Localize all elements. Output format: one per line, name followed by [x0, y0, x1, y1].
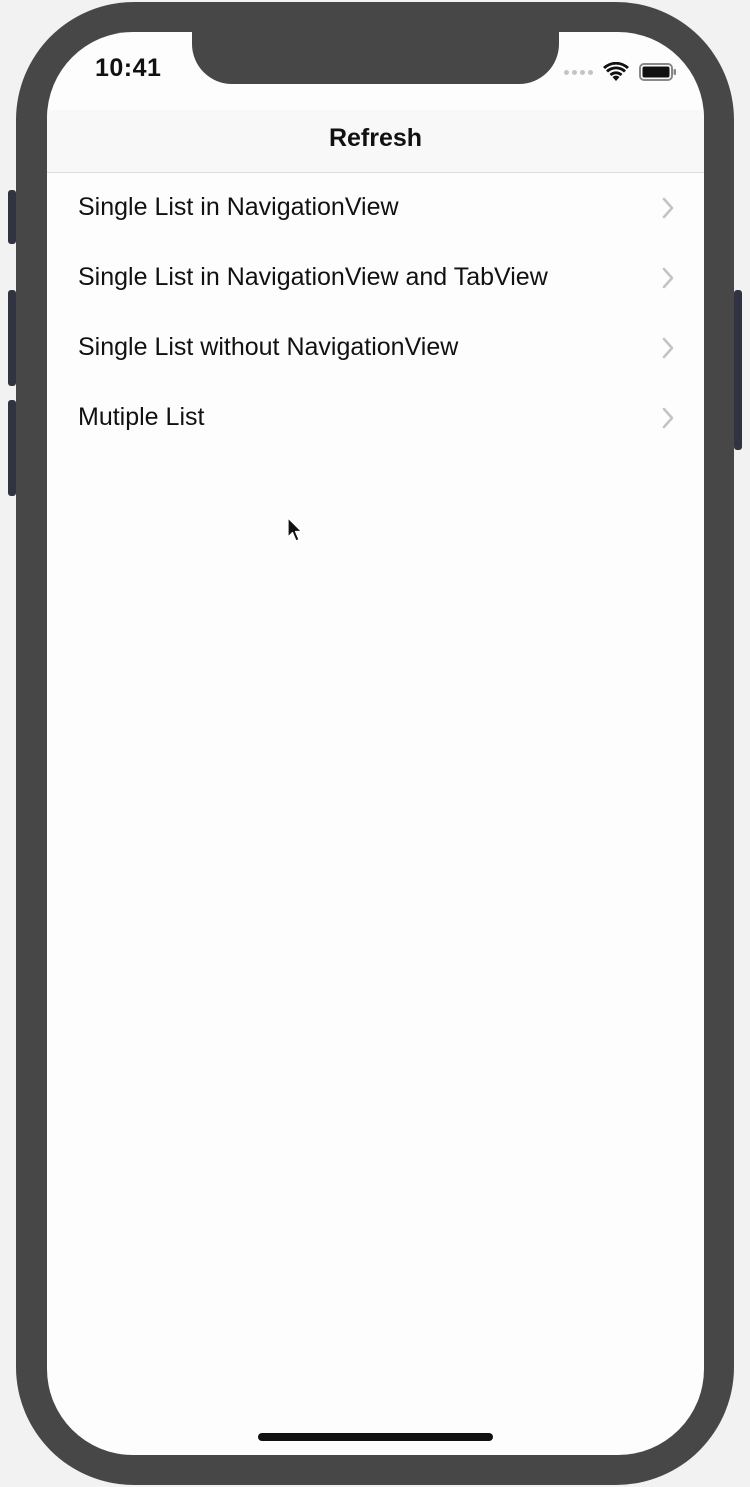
- status-time: 10:41: [95, 54, 162, 82]
- notch: [192, 32, 559, 84]
- power-button: [734, 290, 742, 450]
- chevron-right-icon: [662, 267, 674, 289]
- home-indicator[interactable]: [258, 1433, 493, 1441]
- list-item-label: Single List without NavigationView: [78, 333, 459, 361]
- mouse-cursor-icon: [287, 517, 303, 542]
- screen: 10:41 Refresh Single List in NavigationV…: [47, 32, 704, 1455]
- navigation-bar: Refresh: [47, 110, 704, 173]
- list-item[interactable]: Single List in NavigationView: [47, 173, 704, 243]
- volume-up-button: [8, 290, 16, 386]
- volume-down-button: [8, 400, 16, 496]
- cellular-signal-icon: [564, 69, 593, 75]
- status-icons: [564, 60, 677, 84]
- list-item[interactable]: Single List without NavigationView: [47, 313, 704, 383]
- list: Single List in NavigationView Single Lis…: [47, 173, 704, 453]
- list-item-label: Single List in NavigationView and TabVie…: [78, 263, 548, 291]
- list-item-label: Single List in NavigationView: [78, 193, 399, 221]
- nav-title: Refresh: [328, 124, 423, 152]
- chevron-right-icon: [662, 337, 674, 359]
- chevron-right-icon: [662, 197, 674, 219]
- battery-icon: [639, 63, 676, 81]
- list-item-label: Mutiple List: [78, 403, 205, 431]
- wifi-icon: [603, 62, 629, 81]
- chevron-right-icon: [662, 407, 674, 429]
- list-item[interactable]: Mutiple List: [47, 383, 704, 453]
- mute-switch: [8, 190, 16, 244]
- list-item[interactable]: Single List in NavigationView and TabVie…: [47, 243, 704, 313]
